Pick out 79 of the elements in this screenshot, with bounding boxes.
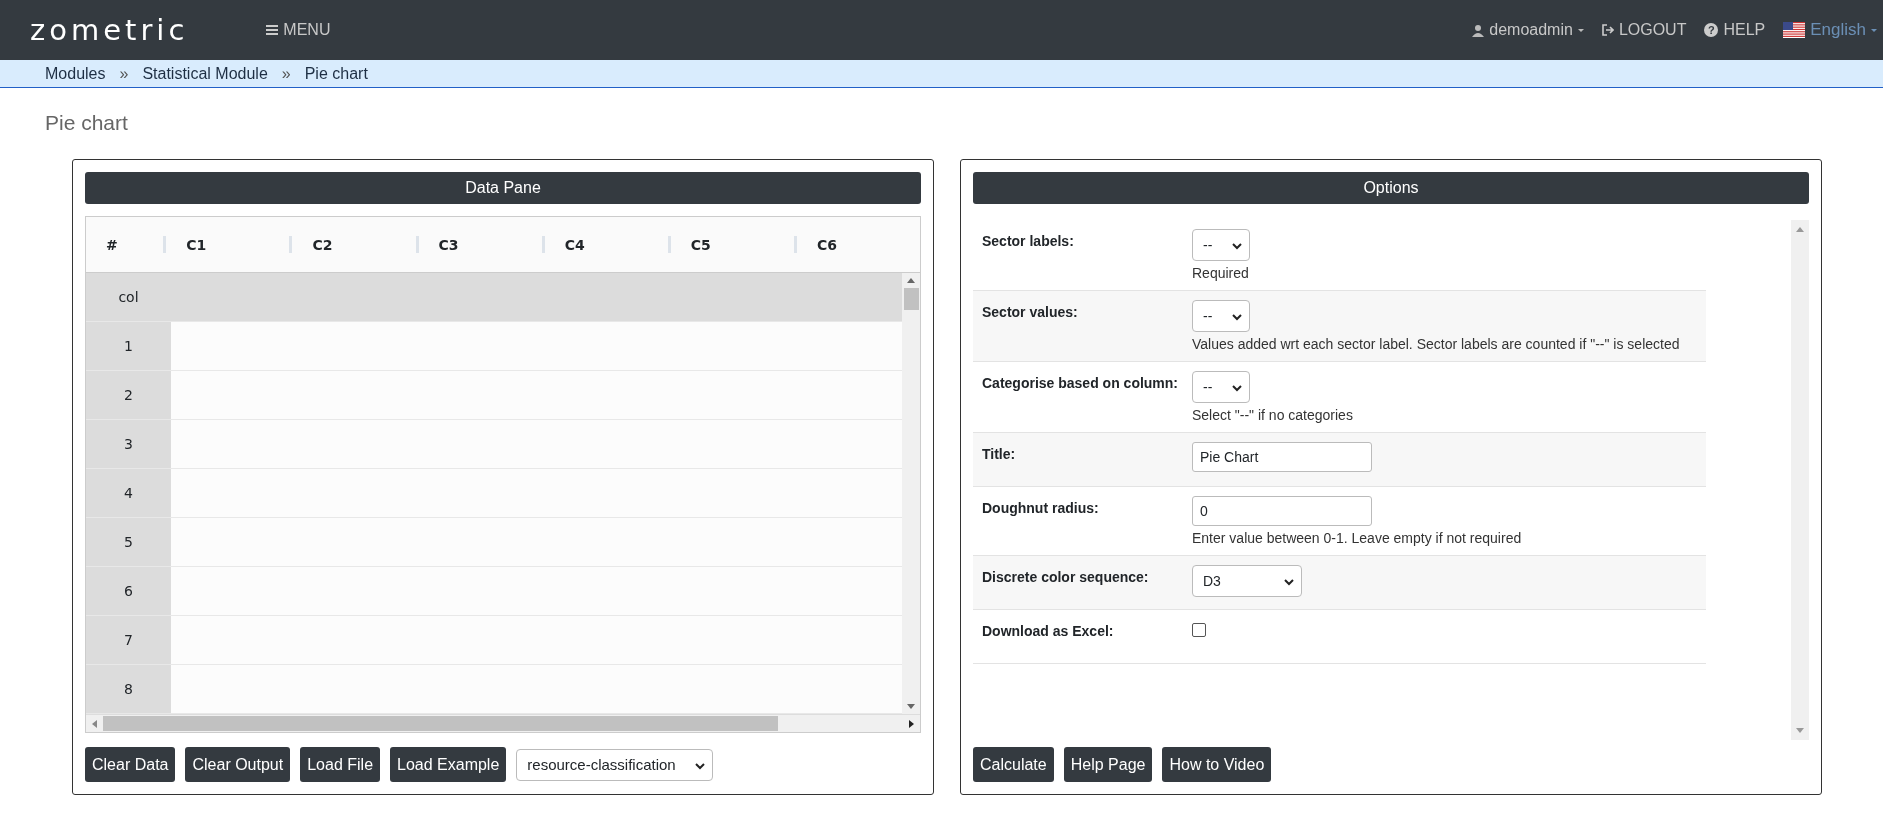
menu-icon — [266, 24, 279, 36]
breadcrumb-link[interactable]: Modules — [45, 64, 106, 83]
horizontal-scrollbar[interactable] — [86, 714, 920, 732]
user-icon — [1472, 23, 1485, 37]
dropdown[interactable]: -- — [1192, 229, 1250, 261]
row-number: 8 — [86, 665, 171, 713]
scroll-up-icon — [1795, 226, 1805, 233]
column-header-text: C6 — [816, 236, 837, 253]
vertical-scrollbar[interactable] — [902, 273, 920, 714]
row-number: 1 — [86, 322, 171, 370]
action-button[interactable]: Clear Output — [185, 747, 291, 782]
panel-header: Options — [973, 172, 1809, 204]
column-header-text: C5 — [690, 236, 711, 253]
row-number: 5 — [86, 518, 171, 566]
page-title: Pie chart — [45, 111, 129, 136]
help-text: Enter value between 0-1. Leave empty if not required — [1192, 530, 1522, 546]
scrollbar-thumb[interactable] — [903, 288, 919, 310]
column-header-text: # — [106, 236, 118, 253]
column-header-text: C1 — [186, 236, 207, 253]
logout-icon — [1601, 24, 1614, 36]
field-label: Sector labels: — [982, 232, 1075, 251]
column-header[interactable]: C6 — [793, 236, 921, 253]
example-select[interactable]: resource-classification — [516, 748, 714, 781]
scroll-up-icon — [906, 277, 916, 284]
action-button[interactable]: How to Video — [1162, 747, 1272, 782]
dropdown[interactable]: -- — [1192, 300, 1250, 332]
scrollbar-thumb[interactable] — [103, 716, 778, 731]
column-header[interactable]: C3 — [415, 236, 542, 253]
menu-link[interactable]: MENU — [266, 21, 331, 39]
action-button[interactable]: Calculate — [973, 747, 1054, 782]
breadcrumb-separator: » — [281, 64, 291, 83]
breadcrumb-link[interactable]: Pie chart — [304, 64, 368, 83]
action-button[interactable]: Clear Data — [85, 747, 176, 782]
logo[interactable]: zometric — [30, 13, 189, 47]
help-text: Select "--" if no categories — [1192, 407, 1353, 423]
help-link[interactable]: ? HELP — [1704, 21, 1766, 39]
action-button[interactable]: Help Page — [1063, 747, 1153, 782]
user-menu[interactable]: demoadmin — [1472, 21, 1584, 39]
row-number: 2 — [86, 371, 171, 419]
checkbox[interactable] — [1192, 623, 1206, 637]
field-label: Doughnut radius: — [982, 499, 1100, 518]
field-label: Categorise based on column: — [982, 374, 1180, 393]
column-header[interactable]: C5 — [667, 236, 794, 253]
column-header-text: C4 — [564, 236, 585, 253]
text-input[interactable]: 0 — [1192, 496, 1372, 526]
column-header[interactable]: C4 — [541, 236, 668, 253]
scroll-down-icon — [1795, 727, 1805, 734]
row-number: 6 — [86, 567, 171, 615]
scroll-left-icon — [91, 718, 98, 729]
breadcrumb-link[interactable]: Statistical Module — [142, 64, 268, 83]
field-label: Sector values: — [982, 303, 1079, 322]
caret-icon — [1871, 28, 1877, 32]
action-button[interactable]: Load File — [300, 747, 381, 782]
column-header[interactable]: C1 — [163, 236, 290, 253]
vertical-scrollbar[interactable] — [1791, 220, 1809, 740]
field-label: Title: — [982, 445, 1017, 464]
logout-link[interactable]: LOGOUT — [1601, 21, 1687, 39]
breadcrumb-separator: » — [119, 64, 129, 83]
field-label: Discrete color sequence: — [982, 568, 1150, 587]
text-input[interactable]: Pie Chart — [1192, 442, 1372, 472]
help-text: Required — [1192, 265, 1249, 281]
action-button[interactable]: Load Example — [390, 747, 507, 782]
field-label: Download as Excel: — [982, 622, 1115, 641]
dropdown[interactable]: -- — [1192, 371, 1250, 403]
panel-header: Data Pane — [85, 172, 921, 204]
column-header[interactable]: # — [86, 236, 164, 253]
scroll-down-icon — [906, 703, 916, 710]
help-icon: ? — [1704, 23, 1719, 37]
row-number: 3 — [86, 420, 171, 468]
help-text: Values added wrt each sector label. Sector labels are counted if "--" is selected — [1192, 336, 1680, 352]
column-header-text: C3 — [438, 236, 459, 253]
dropdown[interactable]: D3 — [1192, 565, 1302, 597]
flag-icon — [1783, 22, 1806, 38]
caret-icon — [1577, 28, 1584, 32]
scroll-right-icon — [908, 718, 915, 729]
column-header-text: C2 — [312, 236, 333, 253]
row-number: 7 — [86, 616, 171, 664]
column-header[interactable]: C2 — [289, 236, 416, 253]
row-number: 4 — [86, 469, 171, 517]
